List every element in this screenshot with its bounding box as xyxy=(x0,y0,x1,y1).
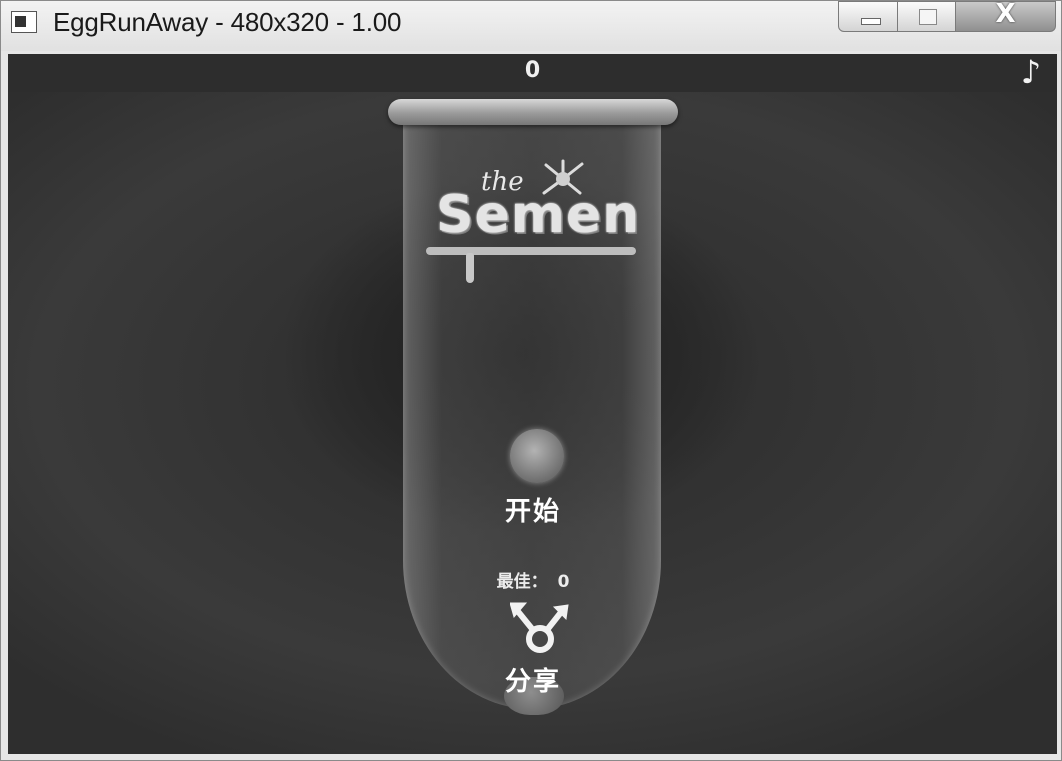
logo-drop xyxy=(466,253,474,283)
score-counter: 0 xyxy=(524,58,541,83)
best-score: 最佳： 0 xyxy=(388,567,678,592)
logo-underline xyxy=(426,247,636,255)
game-logo: the Semen xyxy=(426,159,641,289)
best-score-value: 0 xyxy=(557,572,570,592)
music-toggle-icon[interactable]: ♪ xyxy=(1021,54,1041,91)
hud-bar: 0 ♪ xyxy=(8,54,1057,92)
window-title: EggRunAway - 480x320 - 1.00 xyxy=(53,7,402,37)
caption-buttons: X xyxy=(838,0,1056,34)
app-icon[interactable] xyxy=(11,11,37,33)
title-bar[interactable]: EggRunAway - 480x320 - 1.00 X xyxy=(1,0,1061,51)
panel-rim xyxy=(388,99,678,125)
game-canvas[interactable]: 0 ♪ the Semen 开始 最佳： 0 分享 xyxy=(8,54,1057,754)
close-button[interactable]: X xyxy=(956,0,1056,32)
maximize-icon xyxy=(919,9,937,25)
share-button[interactable]: 分享 xyxy=(388,661,678,698)
menu-panel: the Semen 开始 最佳： 0 分享 xyxy=(388,99,678,719)
close-icon: X xyxy=(995,0,1016,29)
app-window: EggRunAway - 480x320 - 1.00 X 0 ♪ the Se… xyxy=(0,0,1062,761)
share-icon[interactable] xyxy=(510,599,570,659)
minimize-button[interactable] xyxy=(838,1,898,32)
maximize-button[interactable] xyxy=(898,1,956,32)
minimize-icon xyxy=(861,18,881,25)
start-button[interactable]: 开始 xyxy=(388,491,678,528)
logo-main-text: Semen xyxy=(436,185,641,245)
start-button-icon[interactable] xyxy=(510,429,564,483)
best-score-label: 最佳： xyxy=(496,572,548,592)
